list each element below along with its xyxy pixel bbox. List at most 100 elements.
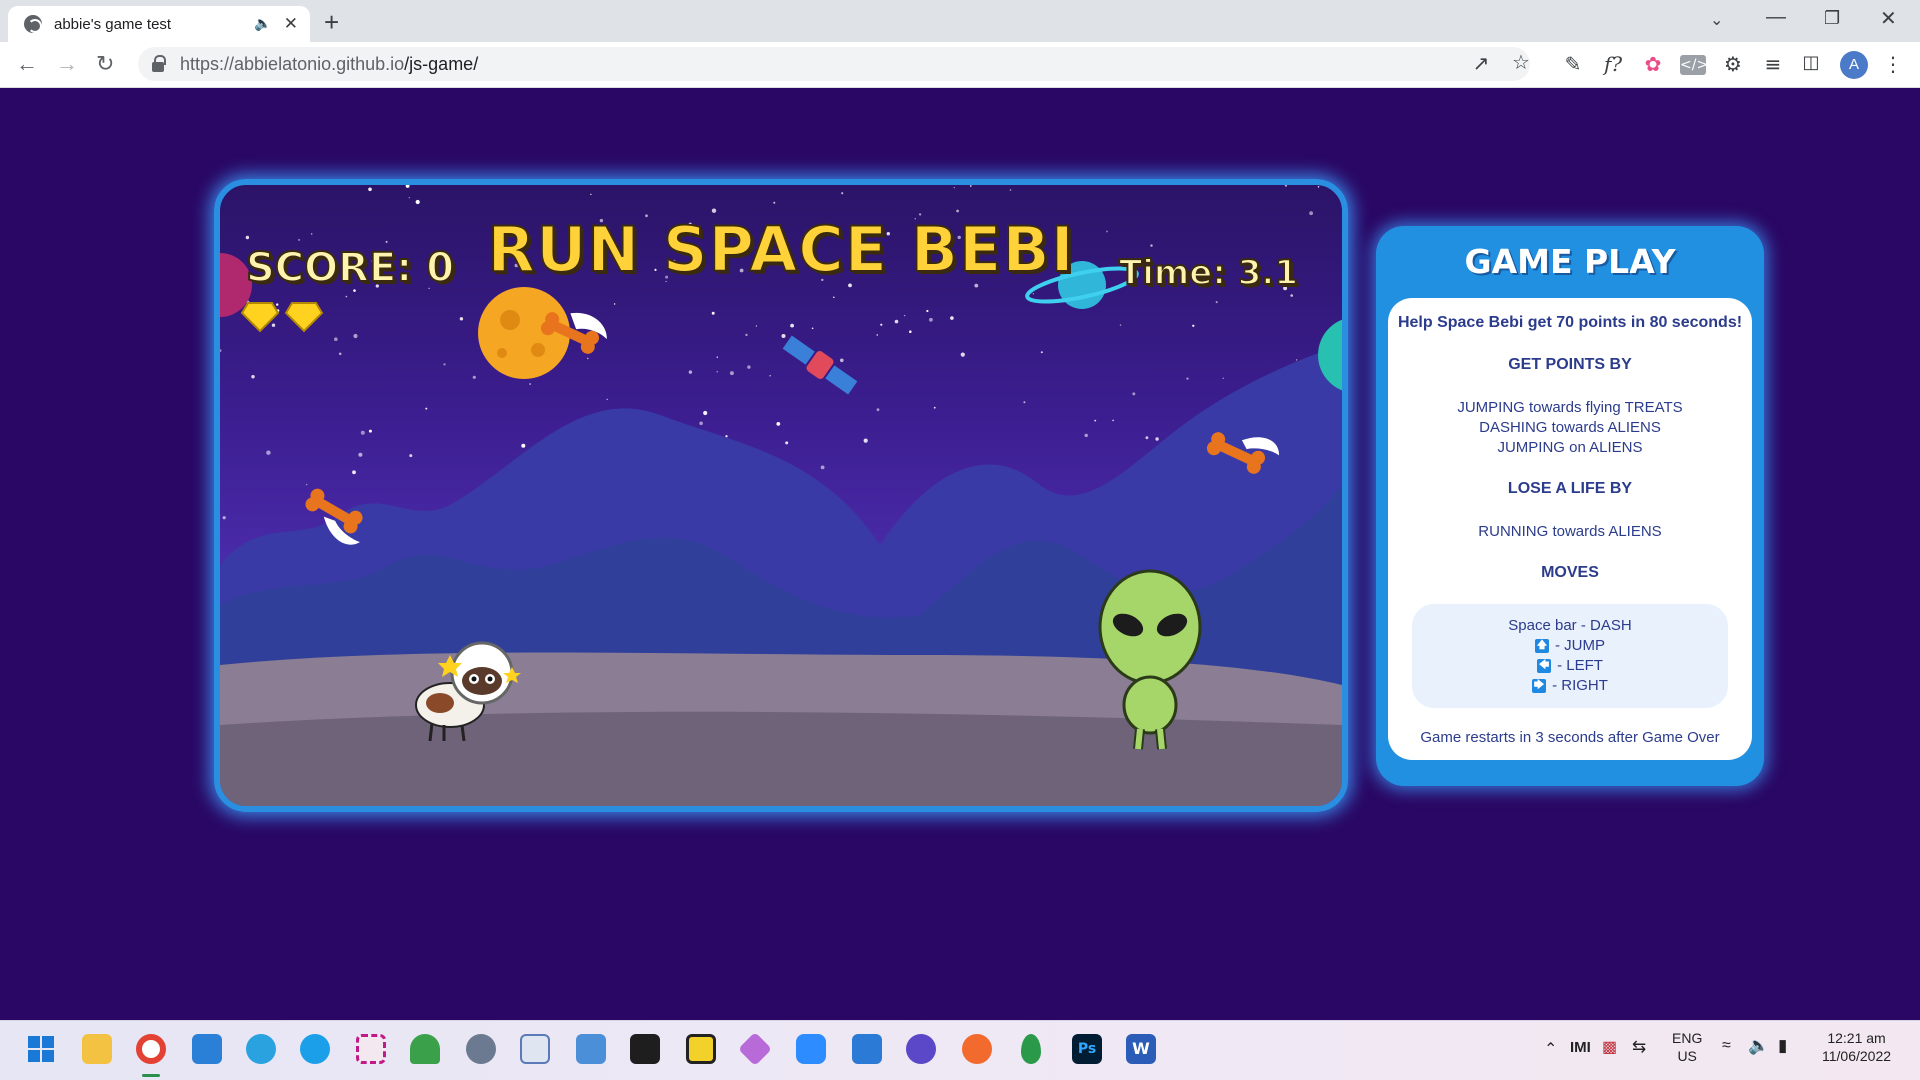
star bbox=[251, 375, 255, 379]
star bbox=[781, 334, 786, 338]
moon-app-icon[interactable] bbox=[906, 1034, 936, 1064]
star bbox=[876, 408, 880, 412]
star bbox=[405, 185, 410, 188]
lang-text: ENG bbox=[1672, 1030, 1703, 1046]
star bbox=[820, 465, 825, 470]
diamond-app-icon[interactable] bbox=[738, 1032, 772, 1066]
move-right: 🡆 - RIGHT bbox=[1412, 676, 1728, 696]
lose-life-list: RUNNING towards ALIENS bbox=[1388, 522, 1752, 542]
star bbox=[894, 319, 899, 324]
star bbox=[408, 197, 410, 199]
speaker-icon[interactable]: 🔈 bbox=[254, 16, 271, 32]
compass-app-icon[interactable] bbox=[962, 1034, 992, 1064]
minimize-window-icon[interactable]: — bbox=[1766, 6, 1786, 29]
browser-tab[interactable]: abbie's game test 🔈 ✕ bbox=[8, 6, 310, 42]
sync-tray-icon[interactable]: ⇆ bbox=[1632, 1037, 1646, 1057]
code-extension-icon[interactable]: </> bbox=[1680, 55, 1708, 75]
star bbox=[1222, 377, 1224, 379]
restart-note: Game restarts in 3 seconds after Game Ov… bbox=[1420, 729, 1720, 746]
input-language[interactable]: ENG US bbox=[1672, 1029, 1702, 1065]
figma-icon[interactable] bbox=[630, 1034, 660, 1064]
zoom-icon[interactable] bbox=[796, 1034, 826, 1064]
chrome-browser-icon[interactable] bbox=[136, 1034, 166, 1064]
photoshop-icon[interactable]: Ps bbox=[1072, 1034, 1102, 1064]
notepad-icon[interactable] bbox=[852, 1034, 882, 1064]
side-panel-icon[interactable]: ◫ bbox=[1798, 52, 1824, 73]
bookmark-star-icon[interactable]: ☆ bbox=[1508, 50, 1534, 74]
printer-tray-icon[interactable]: ▩ bbox=[1602, 1037, 1617, 1057]
reading-list-icon[interactable]: ≡ bbox=[1760, 52, 1786, 76]
mongodb-leaf-icon[interactable] bbox=[1021, 1034, 1041, 1064]
star bbox=[1192, 324, 1195, 327]
extensions-puzzle-icon[interactable]: ⚙ bbox=[1720, 52, 1746, 76]
new-tab-button[interactable]: + bbox=[324, 7, 339, 38]
restore-window-icon[interactable]: ❐ bbox=[1824, 8, 1840, 29]
file-explorer-icon[interactable] bbox=[82, 1034, 112, 1064]
star bbox=[960, 352, 965, 357]
close-window-icon[interactable]: ✕ bbox=[1880, 6, 1897, 31]
star bbox=[699, 421, 703, 426]
formula-extension-icon[interactable]: f? bbox=[1600, 52, 1626, 76]
settings-gear-icon[interactable] bbox=[466, 1034, 496, 1064]
star bbox=[1145, 436, 1149, 440]
star bbox=[880, 323, 883, 326]
star bbox=[338, 352, 342, 356]
star bbox=[606, 398, 608, 401]
sticky-notes-icon[interactable] bbox=[686, 1034, 716, 1064]
profile-avatar[interactable]: A bbox=[1840, 51, 1868, 79]
panel-instructions: Help Space Bebi get 70 points in 80 seco… bbox=[1388, 298, 1752, 760]
star bbox=[345, 295, 348, 298]
star bbox=[841, 192, 844, 195]
star bbox=[334, 337, 338, 341]
star bbox=[368, 429, 372, 433]
star bbox=[587, 357, 589, 360]
back-arrow-icon[interactable]: ← bbox=[16, 51, 38, 77]
address-bar[interactable]: https://abbielatonio.github.io/js-game/ bbox=[138, 47, 1530, 81]
star bbox=[711, 311, 715, 315]
skype-icon[interactable] bbox=[300, 1034, 330, 1064]
clock[interactable]: 12:21 am 11/06/2022 bbox=[1822, 1029, 1891, 1065]
battery-icon[interactable]: ▮ bbox=[1778, 1036, 1787, 1056]
site-favicon-icon bbox=[24, 15, 42, 33]
forward-arrow-icon[interactable]: → bbox=[56, 51, 78, 77]
performance-monitor-icon[interactable] bbox=[520, 1034, 550, 1064]
umbrella-app-icon[interactable] bbox=[410, 1034, 440, 1064]
clock-time: 12:21 am bbox=[1827, 1030, 1886, 1046]
star bbox=[266, 450, 271, 455]
star bbox=[1112, 419, 1114, 422]
star bbox=[1186, 377, 1189, 380]
star bbox=[425, 407, 428, 410]
show-hidden-icons-chevron-icon[interactable]: ⌃ bbox=[1544, 1039, 1557, 1059]
wifi-icon[interactable]: ≈ bbox=[1722, 1037, 1731, 1055]
color-picker-extension-icon[interactable]: ✿ bbox=[1640, 52, 1666, 76]
word-icon[interactable]: W bbox=[1126, 1034, 1156, 1064]
tab-search-icon[interactable]: ⌄ bbox=[1710, 10, 1723, 30]
start-windows-icon[interactable] bbox=[26, 1034, 56, 1064]
snipping-tool-icon[interactable] bbox=[356, 1034, 386, 1064]
lock-icon[interactable] bbox=[152, 55, 166, 72]
lose-life-item: RUNNING towards ALIENS bbox=[1478, 523, 1662, 540]
reload-icon[interactable]: ↻ bbox=[96, 51, 114, 77]
star bbox=[305, 483, 308, 486]
game-canvas[interactable]: RUN SPACE BEBI SCORE: 0 Time: 3.1 bbox=[214, 179, 1348, 812]
goal-text: Help Space Bebi get 70 points in 80 seco… bbox=[1397, 314, 1743, 331]
telegram-icon[interactable] bbox=[246, 1034, 276, 1064]
pen-extension-icon[interactable]: ✎ bbox=[1560, 52, 1586, 76]
close-tab-icon[interactable]: ✕ bbox=[284, 14, 298, 34]
star bbox=[833, 296, 835, 299]
vscode-icon[interactable] bbox=[192, 1034, 222, 1064]
star bbox=[1084, 433, 1088, 438]
star bbox=[840, 358, 844, 363]
meter-tray-icon[interactable]: IMI bbox=[1570, 1039, 1591, 1056]
star bbox=[876, 334, 878, 336]
star bbox=[472, 375, 476, 379]
star bbox=[1284, 185, 1287, 187]
star bbox=[271, 323, 276, 327]
panel-title: GAME PLAY bbox=[1464, 242, 1676, 281]
remote-desktop-icon[interactable] bbox=[576, 1034, 606, 1064]
browser-menu-icon[interactable]: ⋮ bbox=[1880, 52, 1906, 76]
os-taskbar: Ps W ⌃ IMI ▩ ⇆ ENG US ≈ 🔈 ▮ 12:21 am 11/06… bbox=[0, 1020, 1920, 1080]
game-play-panel: GAME PLAY Help Space Bebi get 70 points … bbox=[1376, 226, 1764, 786]
share-icon[interactable]: ↗ bbox=[1468, 51, 1494, 75]
volume-icon[interactable]: 🔈 bbox=[1748, 1036, 1769, 1056]
